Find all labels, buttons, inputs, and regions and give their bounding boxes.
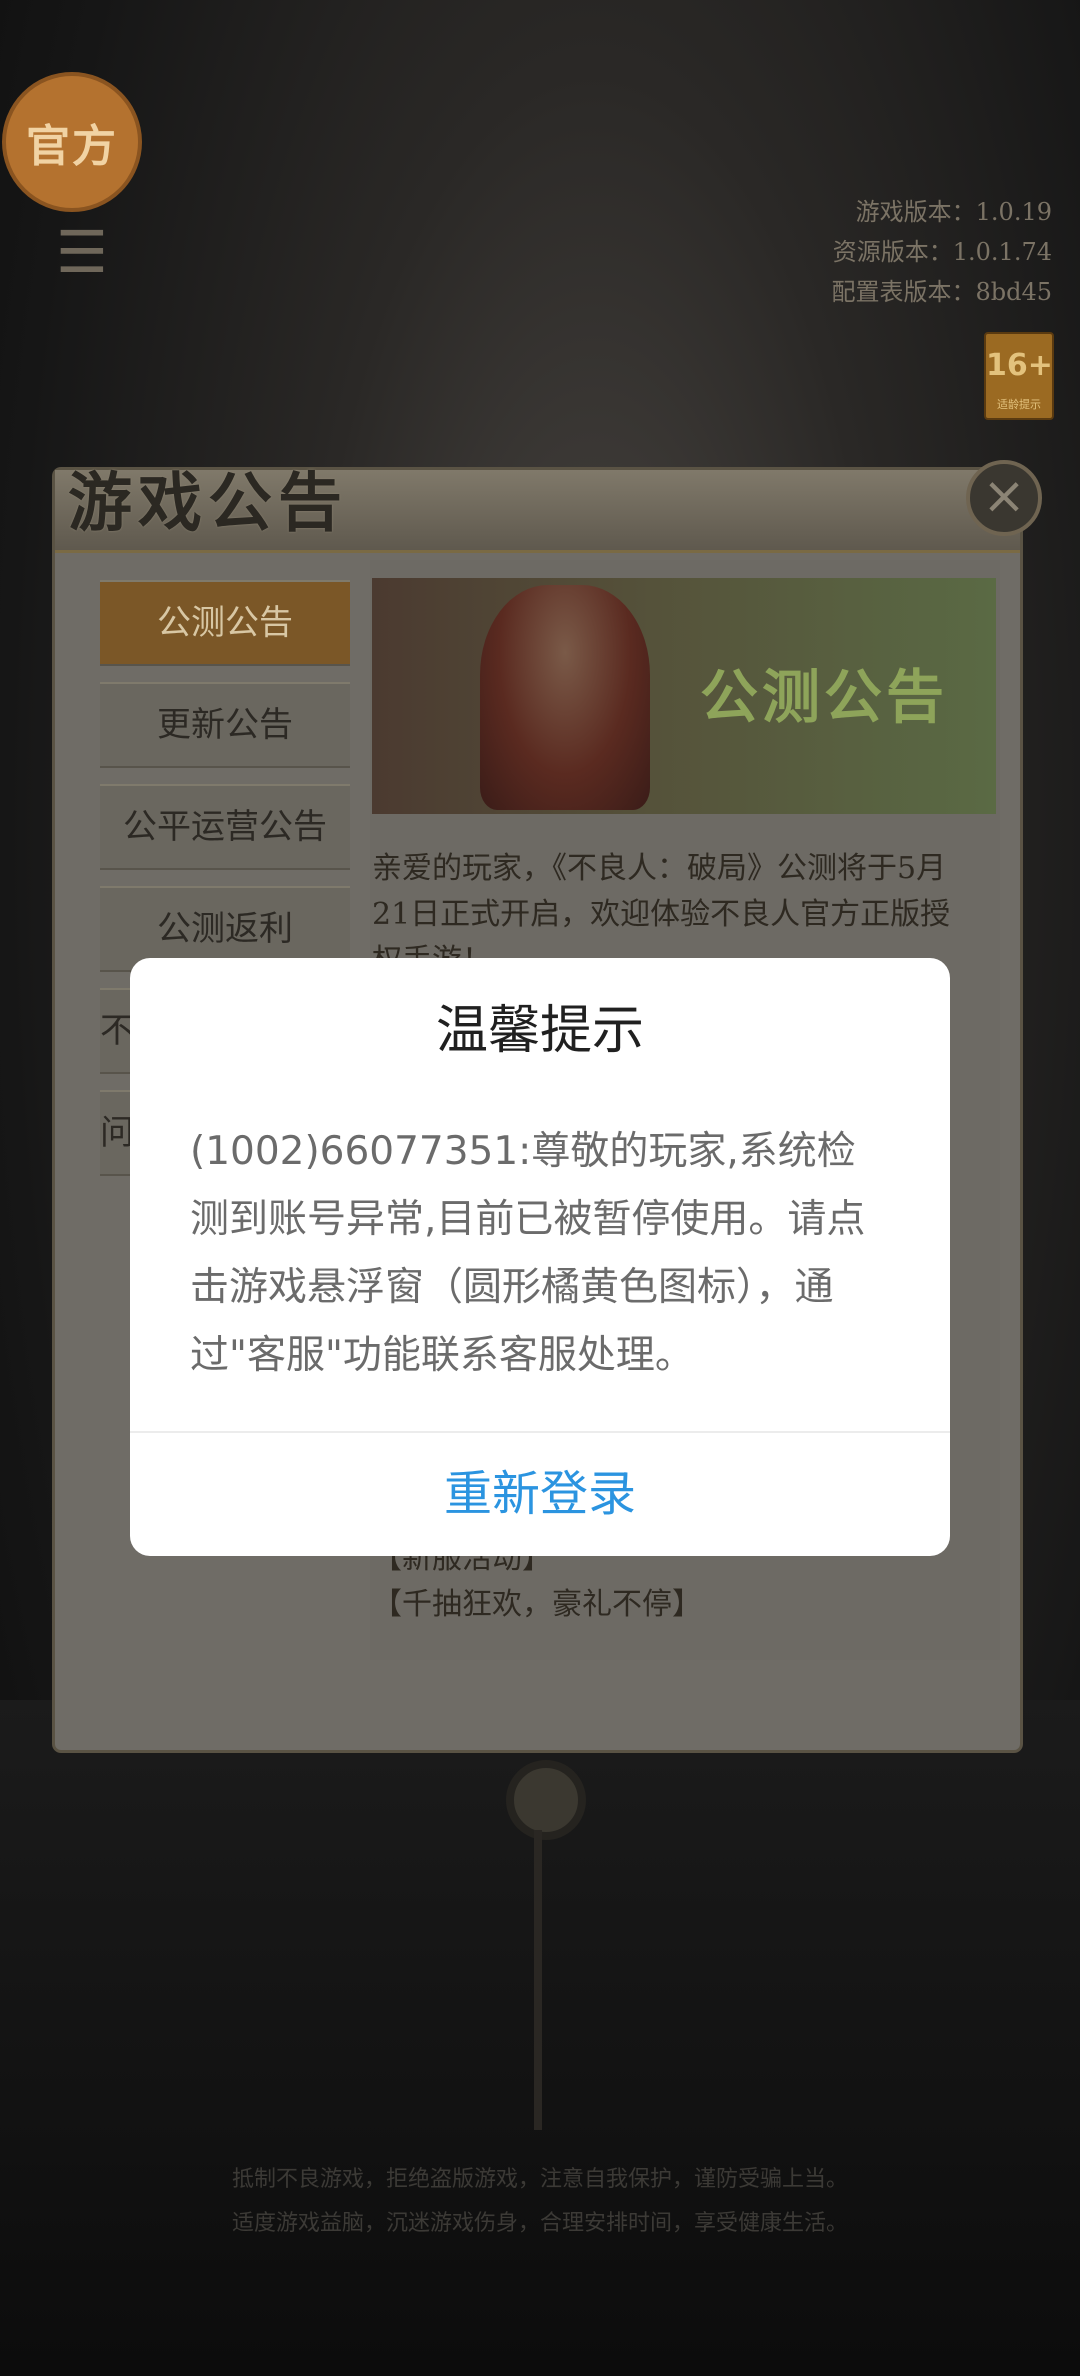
health-notice-line: 适度游戏益脑，沉迷游戏伤身，合理安排时间，享受健康生活。 (231, 2211, 848, 2236)
banner-character-image (480, 585, 650, 810)
scroll-ornament-icon (506, 1760, 586, 1840)
official-floating-badge[interactable]: 官方 (2, 72, 142, 212)
age-rating-badge: 16+ 适龄提示 (984, 332, 1054, 420)
health-notice: 抵制不良游戏，拒绝盗版游戏，注意自我保护，谨防受骗上当。 适度游戏益脑，沉迷游戏… (0, 2158, 1080, 2246)
tab-update[interactable]: 更新公告 (100, 682, 350, 768)
announcement-line: 亲爱的玩家，《不良人：破局》公测将于5月 (372, 851, 947, 886)
event-line: 【千抽狂欢，豪礼不停】 (372, 1587, 702, 1622)
banner-title: 公测公告 (700, 663, 949, 731)
dialog-message: (1002)66077351:尊敬的玩家,系统检测到账号异常,目前已被暂停使用。… (190, 1129, 866, 1378)
panel-title: 游戏公告 (68, 466, 348, 541)
dialog-title: 温馨提示 (435, 1001, 644, 1061)
announcement-line: 21日正式开启，欢迎体验不良人官方正版授 (372, 897, 951, 932)
age-rating: 16+ (986, 348, 1053, 383)
menu-icon[interactable]: ☰ (42, 212, 122, 292)
tab-public-test[interactable]: 公测公告 (100, 580, 350, 666)
scroll-rod (534, 1830, 542, 2130)
version-info: 游戏版本：1.0.19 资源版本：1.0.1.74 配置表版本：8bd45 (831, 192, 1052, 312)
tab-fair-operation[interactable]: 公平运营公告 (100, 784, 350, 870)
resource-version: 资源版本：1.0.1.74 (832, 238, 1052, 266)
health-notice-line: 抵制不良游戏，拒绝盗版游戏，注意自我保护，谨防受骗上当。 (231, 2167, 848, 2192)
warning-dialog: 温馨提示 (1002)66077351:尊敬的玩家,系统检测到账号异常,目前已被… (130, 958, 950, 1556)
game-version: 游戏版本：1.0.19 (855, 198, 1052, 226)
age-rating-sub: 适龄提示 (997, 398, 1041, 411)
close-icon[interactable]: × (966, 460, 1042, 536)
config-version: 配置表版本：8bd45 (831, 278, 1052, 306)
relogin-button[interactable]: 重新登录 (130, 1433, 950, 1556)
